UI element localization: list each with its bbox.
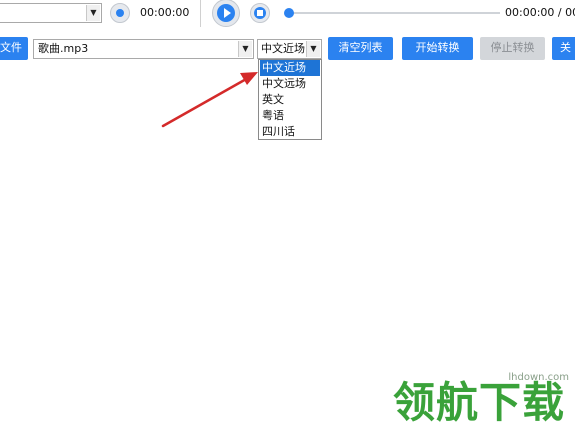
record-icon [116, 9, 124, 17]
chevron-down-icon[interactable]: ▼ [306, 41, 320, 57]
progress-track[interactable] [288, 12, 500, 14]
chevron-down-icon[interactable]: ▼ [238, 41, 252, 57]
dropdown-option[interactable]: 四川话 [260, 124, 320, 140]
start-convert-label: 开始转换 [415, 41, 460, 54]
dropdown-option[interactable]: 英文 [260, 92, 320, 108]
file-select[interactable]: 歌曲.mp3 ▼ [33, 39, 254, 59]
add-file-label: 文件 [0, 41, 22, 54]
progress-handle[interactable] [284, 8, 294, 18]
mode-select-value: 中文近场 [261, 42, 305, 55]
stop-convert-label: 停止转换 [490, 41, 535, 54]
close-button[interactable]: 关 [552, 37, 575, 60]
chevron-down-icon[interactable]: ▼ [86, 5, 100, 21]
dropdown-option[interactable]: 中文近场 [260, 60, 320, 76]
close-label: 关 [560, 41, 571, 54]
dropdown-option[interactable]: 粤语 [260, 108, 320, 124]
watermark-text: 领航下载 [393, 378, 566, 427]
play-icon [217, 4, 235, 22]
stop-icon [254, 7, 266, 19]
add-file-button[interactable]: 文件 [0, 37, 28, 60]
clear-list-label: 清空列表 [338, 41, 383, 54]
watermark-logo: lhdown.com 领航下载 [391, 372, 575, 428]
record-button[interactable] [110, 3, 130, 23]
dropdown-option[interactable]: 中文远场 [260, 76, 320, 92]
file-path-select[interactable]: ▼ [0, 3, 102, 23]
total-time: 00:00:00 / 00: [505, 6, 575, 19]
file-select-value: 歌曲.mp3 [38, 42, 89, 55]
start-convert-button[interactable]: 开始转换 [402, 37, 473, 60]
play-button[interactable] [212, 0, 240, 27]
current-time: 00:00:00 [140, 6, 190, 19]
mode-dropdown-list: 中文近场 中文远场 英文 粤语 四川话 [258, 59, 322, 140]
clear-list-button[interactable]: 清空列表 [328, 37, 393, 60]
stop-convert-button[interactable]: 停止转换 [480, 37, 545, 60]
mode-select[interactable]: 中文近场 ▼ [257, 39, 322, 59]
divider [200, 0, 201, 27]
stop-button[interactable] [250, 3, 270, 23]
